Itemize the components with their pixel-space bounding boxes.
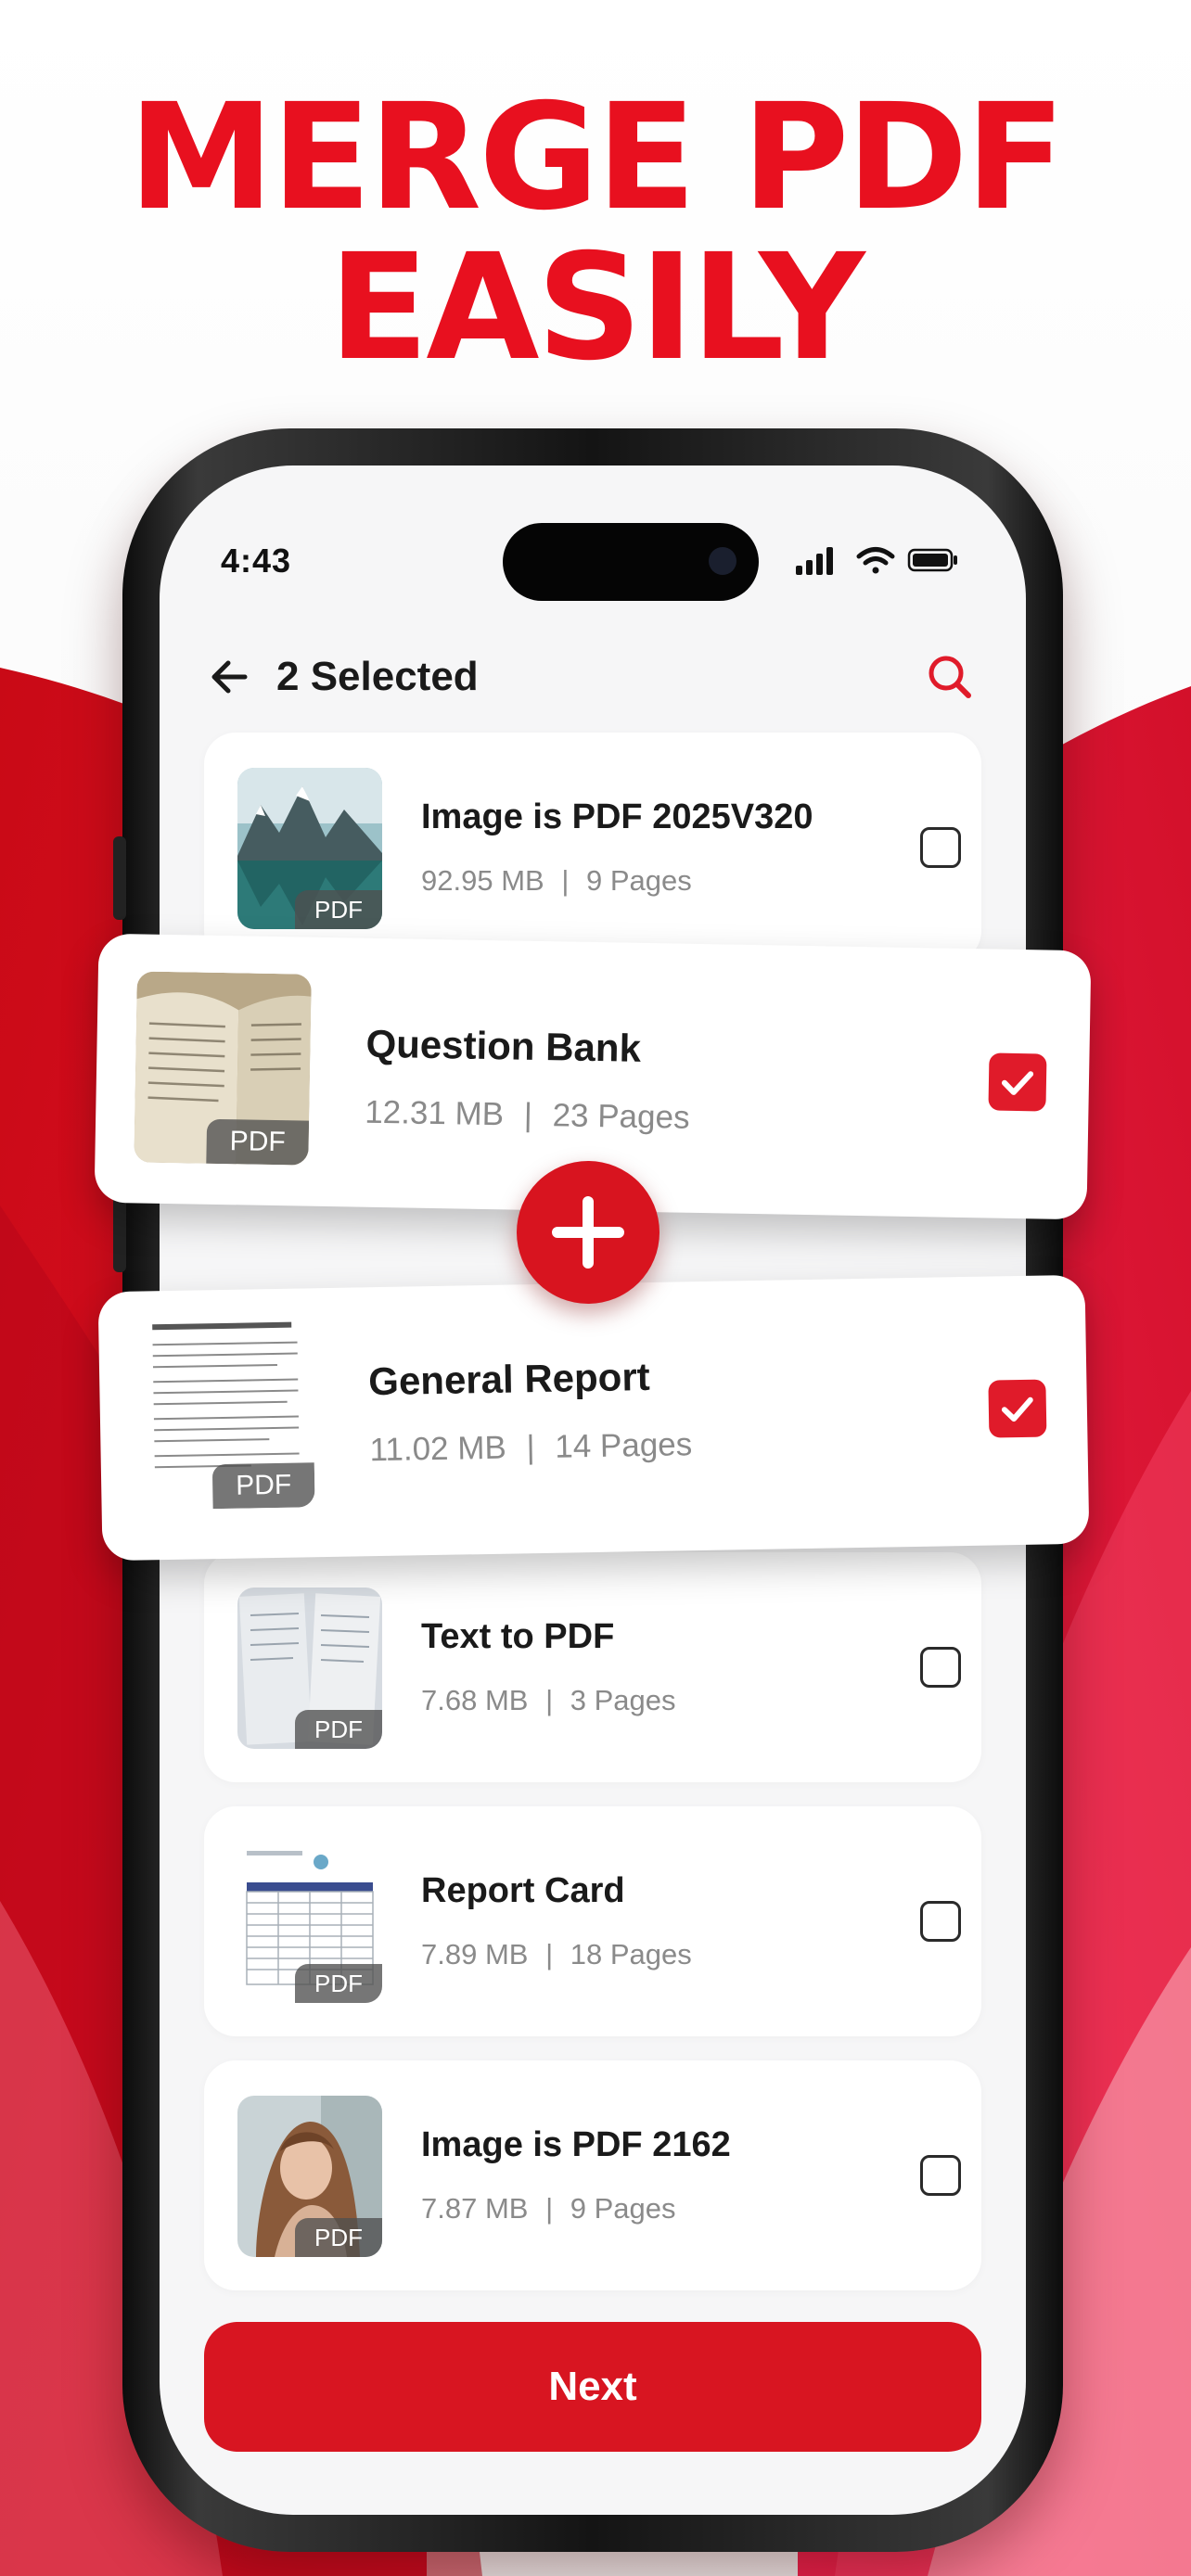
pdf-badge: PDF [295, 890, 382, 929]
list-item[interactable]: PDF Report Card 7.89 MB | 18 Pages [204, 1806, 981, 2036]
file-meta: 7.68 MB | 3 Pages [421, 1684, 676, 1717]
file-size: 92.95 MB [421, 864, 544, 897]
file-name: Text to PDF [421, 1617, 615, 1656]
file-thumbnail: PDF [237, 768, 382, 929]
file-thumbnail: PDF [237, 2096, 382, 2257]
list-item-selected[interactable]: PDF General Report 11.02 MB | 14 Pages [97, 1274, 1090, 1562]
file-meta: 11.02 MB | 14 Pages [369, 1426, 692, 1469]
list-item[interactable]: PDF Image is PDF 2025V320 92.95 MB | 9 P… [204, 733, 981, 963]
select-checkbox[interactable] [920, 2155, 961, 2196]
file-pages: 9 Pages [586, 864, 692, 897]
select-checkbox-checked[interactable] [988, 1379, 1047, 1438]
file-name: Question Bank [365, 1021, 642, 1070]
file-pages: 23 Pages [552, 1097, 690, 1136]
select-checkbox[interactable] [920, 827, 961, 868]
pdf-badge: PDF [295, 1710, 382, 1749]
meta-separator: | [545, 2192, 554, 2225]
arrow-left-icon[interactable] [204, 651, 256, 703]
status-time: 4:43 [221, 542, 292, 580]
meta-separator: | [545, 1938, 554, 1970]
camera-icon [709, 547, 736, 575]
file-meta: 7.87 MB | 9 Pages [421, 2192, 676, 2225]
list-item[interactable]: PDF Text to PDF 7.68 MB | 3 Pages [204, 1552, 981, 1782]
next-button[interactable]: Next [204, 2322, 981, 2452]
file-name: General Report [367, 1354, 651, 1404]
file-meta: 92.95 MB | 9 Pages [421, 864, 692, 898]
file-meta: 12.31 MB | 23 Pages [365, 1094, 690, 1137]
search-icon[interactable] [922, 649, 978, 705]
file-pages: 9 Pages [570, 2192, 676, 2225]
file-thumbnail: PDF [134, 971, 312, 1166]
select-checkbox-checked[interactable] [988, 1052, 1047, 1112]
page-title: 2 Selected [276, 654, 479, 699]
phone-side-button [113, 836, 126, 920]
pdf-badge: PDF [295, 1964, 382, 2003]
wifi-icon [856, 547, 895, 574]
file-thumbnail: PDF [136, 1312, 315, 1511]
headline-line-1: MERGE PDF [128, 72, 1065, 243]
select-checkbox[interactable] [920, 1647, 961, 1688]
pdf-badge: PDF [211, 1462, 315, 1510]
checkmark-icon [1001, 1071, 1034, 1095]
meta-separator: | [545, 1684, 554, 1716]
status-icons [796, 547, 957, 575]
file-size: 11.02 MB [369, 1429, 507, 1469]
select-checkbox[interactable] [920, 1901, 961, 1942]
meta-separator: | [526, 1429, 535, 1466]
plus-icon [552, 1196, 624, 1269]
meta-separator: | [561, 864, 570, 897]
file-thumbnail: PDF [237, 1588, 382, 1749]
dynamic-island [503, 523, 759, 601]
headline-line-2: EASILY [328, 223, 864, 393]
list-item[interactable]: PDF Image is PDF 2162 7.87 MB | 9 Pages [204, 2060, 981, 2290]
pdf-badge: PDF [295, 2218, 382, 2257]
file-meta: 7.89 MB | 18 Pages [421, 1938, 692, 1971]
file-thumbnail: PDF [237, 1842, 382, 2003]
file-size: 7.87 MB [421, 2192, 529, 2225]
file-size: 12.31 MB [364, 1093, 505, 1133]
file-size: 7.68 MB [421, 1684, 529, 1716]
file-pages: 3 Pages [570, 1684, 676, 1716]
meta-separator: | [523, 1096, 533, 1133]
checkmark-icon [1001, 1396, 1033, 1422]
file-name: Report Card [421, 1871, 625, 1910]
pdf-badge: PDF [206, 1118, 310, 1166]
merge-plus-button[interactable] [517, 1161, 660, 1304]
file-name: Image is PDF 2025V320 [421, 797, 813, 836]
file-pages: 14 Pages [554, 1426, 693, 1465]
battery-icon [907, 548, 957, 572]
signal-icon [796, 547, 833, 575]
file-size: 7.89 MB [421, 1938, 529, 1970]
file-pages: 18 Pages [570, 1938, 692, 1970]
file-name: Image is PDF 2162 [421, 2125, 731, 2164]
